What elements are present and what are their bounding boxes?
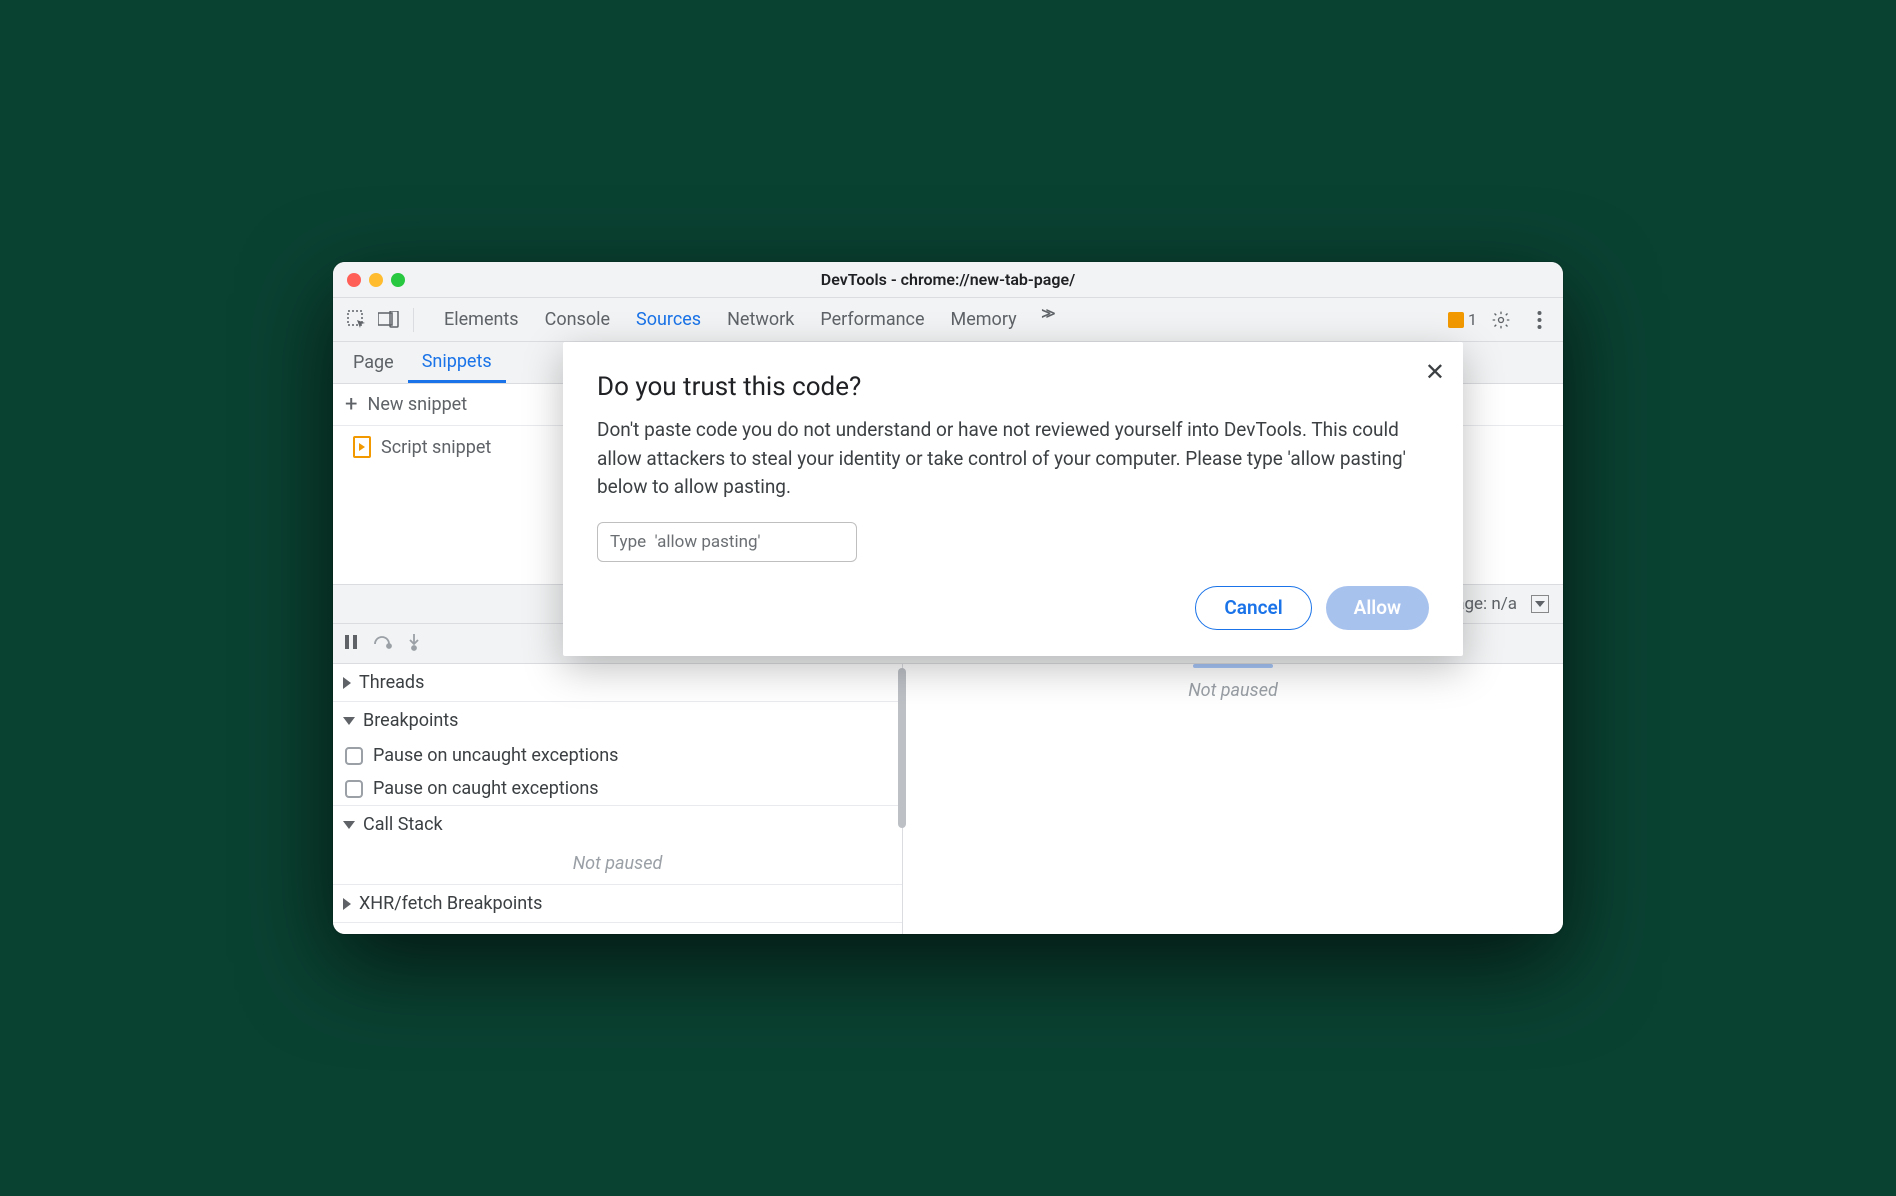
warnings-badge[interactable]: 1 xyxy=(1448,310,1477,329)
breakpoints-section[interactable]: Breakpoints xyxy=(333,702,902,739)
step-over-icon[interactable] xyxy=(373,634,393,654)
kebab-menu-icon[interactable] xyxy=(1525,306,1553,334)
subtab-snippets[interactable]: Snippets xyxy=(408,342,506,383)
dialog-actions: Cancel Allow xyxy=(597,586,1429,630)
tab-memory[interactable]: Memory xyxy=(949,301,1019,338)
chevron-right-icon xyxy=(343,898,351,910)
snippet-label: Script snippet xyxy=(381,437,491,458)
not-paused-label: Not paused xyxy=(1188,680,1278,701)
device-toolbar-icon[interactable] xyxy=(375,306,403,334)
gear-icon[interactable] xyxy=(1487,306,1515,334)
chevron-right-icon xyxy=(343,677,351,689)
inspect-element-icon[interactable] xyxy=(343,306,371,334)
debugger-panes: Threads Breakpoints Pause on uncaught ex… xyxy=(333,664,1563,934)
threads-section[interactable]: Threads xyxy=(333,664,902,701)
step-into-icon[interactable] xyxy=(407,633,421,655)
close-icon[interactable]: ✕ xyxy=(1425,358,1445,386)
checkbox-icon[interactable] xyxy=(345,780,363,798)
separator xyxy=(413,308,414,332)
dialog-body: Don't paste code you do not understand o… xyxy=(597,416,1429,502)
xhr-label: XHR/fetch Breakpoints xyxy=(359,893,542,914)
checkbox-icon[interactable] xyxy=(345,747,363,765)
xhr-breakpoints-section[interactable]: XHR/fetch Breakpoints xyxy=(333,885,902,922)
toolbar-right: 1 xyxy=(1448,306,1553,334)
titlebar: DevTools - chrome://new-tab-page/ xyxy=(333,262,1563,298)
new-snippet-label: New snippet xyxy=(367,394,467,415)
breakpoints-label: Breakpoints xyxy=(363,710,458,731)
pause-uncaught-row[interactable]: Pause on uncaught exceptions xyxy=(333,739,902,772)
call-stack-section[interactable]: Call Stack xyxy=(333,806,902,843)
chevron-down-icon xyxy=(343,717,355,725)
plus-icon: + xyxy=(345,392,357,417)
subtab-page[interactable]: Page xyxy=(339,342,408,383)
maximize-window-button[interactable] xyxy=(391,273,405,287)
tab-console[interactable]: Console xyxy=(543,301,612,338)
window-title: DevTools - chrome://new-tab-page/ xyxy=(333,270,1563,289)
call-stack-status: Not paused xyxy=(333,843,902,884)
tab-sources[interactable]: Sources xyxy=(634,301,703,338)
snippet-file-icon xyxy=(353,436,371,458)
call-stack-label: Call Stack xyxy=(363,814,443,835)
warning-count: 1 xyxy=(1468,310,1477,329)
close-window-button[interactable] xyxy=(347,273,361,287)
pause-caught-row[interactable]: Pause on caught exceptions xyxy=(333,772,902,805)
threads-label: Threads xyxy=(359,672,424,693)
coverage-dropdown-icon[interactable] xyxy=(1531,595,1549,613)
chevron-down-icon xyxy=(343,821,355,829)
pause-caught-label: Pause on caught exceptions xyxy=(373,778,599,799)
panel-tabs: Elements Console Sources Network Perform… xyxy=(442,301,1444,338)
tab-network[interactable]: Network xyxy=(725,301,796,338)
main-tabstrip: Elements Console Sources Network Perform… xyxy=(333,298,1563,342)
allow-button[interactable]: Allow xyxy=(1326,586,1429,630)
devtools-window: DevTools - chrome://new-tab-page/ Elemen… xyxy=(333,262,1563,934)
allow-pasting-input[interactable] xyxy=(597,522,857,562)
pause-icon[interactable] xyxy=(343,634,359,654)
pause-uncaught-label: Pause on uncaught exceptions xyxy=(373,745,618,766)
tab-performance[interactable]: Performance xyxy=(818,301,926,338)
minimize-window-button[interactable] xyxy=(369,273,383,287)
debugger-right-pane: Not paused xyxy=(903,664,1563,934)
cancel-button[interactable]: Cancel xyxy=(1195,586,1311,630)
window-controls xyxy=(347,273,405,287)
debugger-left-pane: Threads Breakpoints Pause on uncaught ex… xyxy=(333,664,903,934)
more-tabs-icon[interactable]: >> xyxy=(1041,301,1050,338)
trust-code-dialog: ✕ Do you trust this code? Don't paste co… xyxy=(563,342,1463,656)
tab-elements[interactable]: Elements xyxy=(442,301,521,338)
warning-icon xyxy=(1448,312,1464,328)
dialog-title: Do you trust this code? xyxy=(597,372,1429,402)
